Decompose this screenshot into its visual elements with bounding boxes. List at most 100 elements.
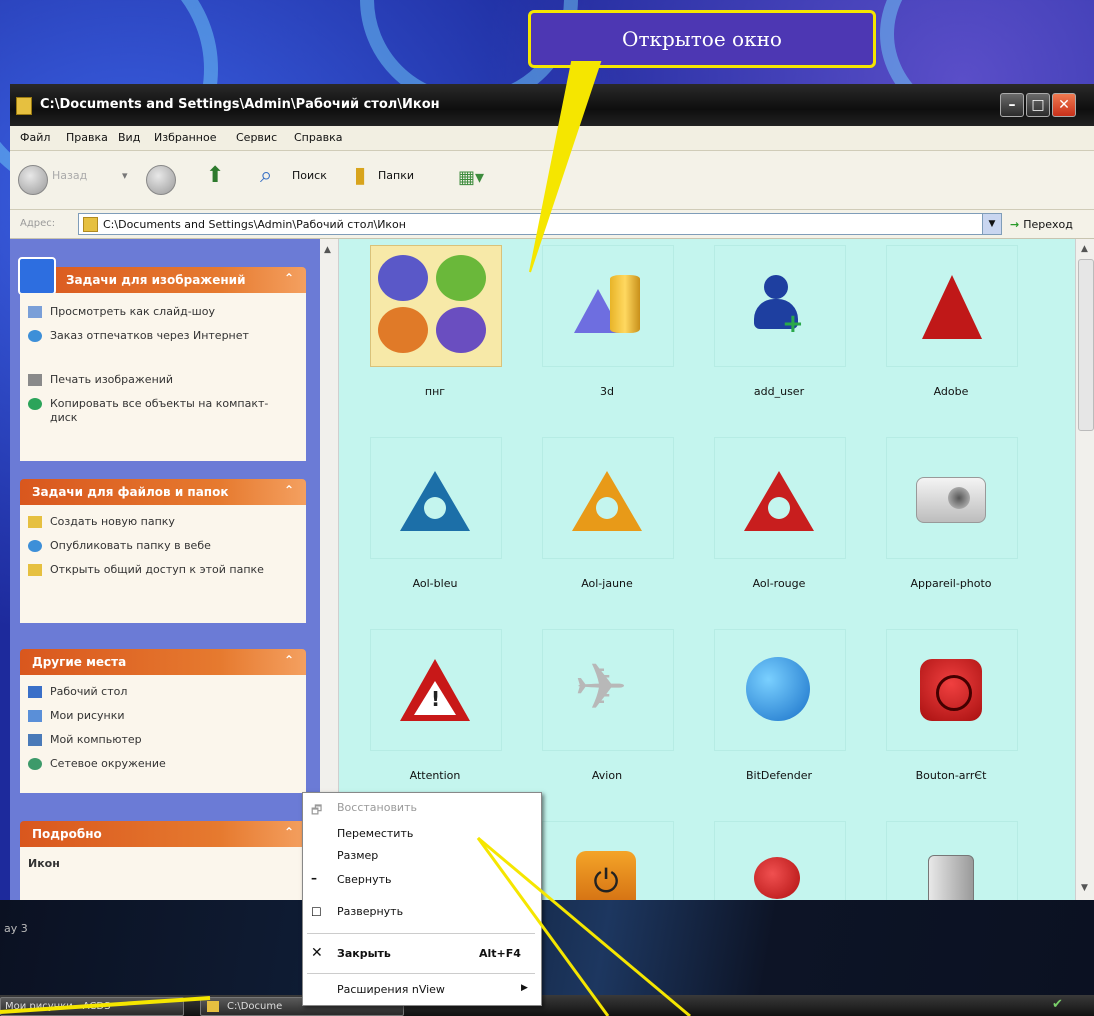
menu-bar: Файл Правка Вид Избранное Сервис Справка	[10, 126, 1094, 151]
taskbar: Мои рисунки - ACDS C:\Docume ✔	[0, 995, 1094, 1016]
place-label: Мой компьютер	[50, 733, 142, 746]
file-label: Aol-rouge	[752, 577, 806, 590]
task-label: Заказ отпечатков через Интернет	[50, 329, 249, 342]
file-item[interactable]: Appareil-photo	[886, 437, 1018, 590]
desktop-label: ay 3	[4, 922, 28, 935]
up-folder-icon[interactable]: ⬆	[206, 163, 224, 188]
desktop-wallpaper-band: ay 3	[0, 900, 1094, 1000]
menu-item-restore[interactable]: Восстановить	[337, 801, 417, 814]
file-label: Adobe	[933, 385, 969, 398]
image-tasks-header[interactable]: Задачи для изображений ⌃	[18, 257, 306, 295]
camera-icon	[916, 477, 986, 523]
file-item[interactable]: Adobe	[886, 245, 1018, 398]
task-label: Открыть общий доступ к этой папке	[50, 563, 264, 576]
other-places-header[interactable]: Другие места ⌃	[20, 649, 306, 675]
file-item[interactable]: ⏻	[542, 821, 674, 900]
minimize-button[interactable]: –	[1000, 93, 1024, 117]
folder-icon	[207, 1001, 219, 1012]
camcorder-icon	[928, 855, 974, 900]
go-label: Переход	[1023, 218, 1073, 231]
file-item[interactable]: ! Attention	[370, 629, 502, 782]
file-tasks-panel: Задачи для файлов и папок ⌃ Создать нову…	[20, 479, 306, 623]
vertical-scrollbar[interactable]: ▲ ▼	[1075, 239, 1094, 900]
menu-separator	[307, 973, 535, 974]
scroll-down-icon[interactable]: ▼	[1081, 883, 1088, 893]
scrollbar-thumb[interactable]	[1078, 259, 1094, 431]
task-pane: Задачи для изображений ⌃ Просмотреть как…	[10, 239, 320, 900]
views-icon[interactable]: ▦▾	[458, 167, 484, 188]
menu-view[interactable]: Вид	[118, 131, 140, 144]
folders-button-label[interactable]: Папки	[378, 169, 414, 182]
taskbar-item-acdsee[interactable]: Мои рисунки - ACDS	[0, 997, 184, 1016]
address-dropdown-icon[interactable]: ▼	[982, 213, 1002, 235]
details-panel: Подробно ⌃ Икон	[20, 821, 306, 900]
3d-shapes-icon	[574, 275, 644, 335]
task-label: Опубликовать папку в вебе	[50, 539, 211, 552]
menu-item-nview[interactable]: Расширения nView	[337, 983, 445, 996]
computer-icon	[28, 734, 42, 746]
address-input[interactable]: C:\Documents and Settings\Admin\Рабочий …	[78, 213, 984, 235]
explorer-window: C:\Documents and Settings\Admin\Рабочий …	[10, 84, 1094, 900]
maximize-button[interactable]: □	[1026, 93, 1050, 117]
scroll-up-icon[interactable]: ▲	[324, 245, 331, 255]
menu-item-move[interactable]: Переместить	[337, 827, 413, 840]
file-tasks-header[interactable]: Задачи для файлов и папок ⌃	[20, 479, 306, 505]
collapse-icon[interactable]: ⌃	[284, 271, 294, 285]
close-button[interactable]: ✕	[1052, 93, 1076, 117]
file-item[interactable]: пнг	[370, 245, 502, 398]
callout-open-window: Открытое окно	[528, 10, 876, 68]
title-bar[interactable]: C:\Documents and Settings\Admin\Рабочий …	[10, 84, 1094, 126]
menu-tools[interactable]: Сервис	[236, 131, 277, 144]
aol-blue-icon	[400, 471, 470, 531]
menu-item-maximize[interactable]: Развернуть	[337, 905, 403, 918]
menu-help[interactable]: Справка	[294, 131, 342, 144]
menu-item-size[interactable]: Размер	[337, 849, 378, 862]
file-item[interactable]: 3d	[542, 245, 674, 398]
go-button[interactable]: → Переход	[1010, 218, 1073, 231]
file-label: Attention	[409, 769, 461, 782]
menu-file[interactable]: Файл	[20, 131, 50, 144]
forward-button[interactable]	[146, 165, 176, 195]
folders-icon[interactable]: ▮	[354, 163, 366, 188]
search-button-label[interactable]: Поиск	[292, 169, 327, 182]
network-icon	[28, 758, 42, 770]
file-item[interactable]: + add_user	[714, 245, 846, 398]
cd-icon	[28, 398, 42, 410]
callout-text: Открытое окно	[622, 27, 782, 51]
details-name-text: Икон	[28, 857, 60, 870]
file-item[interactable]: ✈ Avion	[542, 629, 674, 782]
slideshow-icon	[28, 306, 42, 318]
details-header[interactable]: Подробно ⌃	[20, 821, 306, 847]
task-label: Печать изображений	[50, 373, 174, 386]
menu-edit[interactable]: Правка	[66, 131, 108, 144]
back-button[interactable]	[18, 165, 48, 195]
scroll-up-icon[interactable]: ▲	[1081, 244, 1088, 254]
back-dropdown-icon[interactable]: ▾	[122, 169, 128, 182]
collapse-icon[interactable]: ⌃	[284, 825, 294, 839]
menu-item-minimize[interactable]: Свернуть	[337, 873, 392, 886]
file-item[interactable]: Aol-rouge	[714, 437, 846, 590]
tray-icons[interactable]: ✔	[1052, 997, 1063, 1012]
file-item[interactable]: Aol-jaune	[542, 437, 674, 590]
file-tasks-body: Создать новую папку Опубликовать папку в…	[20, 505, 306, 623]
other-places-title: Другие места	[32, 655, 127, 669]
collapse-icon[interactable]: ⌃	[284, 653, 294, 667]
file-item[interactable]: Bouton-arrЄt	[886, 629, 1018, 782]
aol-yellow-icon	[572, 471, 642, 531]
details-name: Икон	[28, 857, 60, 871]
menu-favorites[interactable]: Избранное	[154, 131, 216, 144]
printer-icon	[28, 374, 42, 386]
aol-red-icon	[744, 471, 814, 531]
file-item[interactable]	[714, 821, 846, 900]
collapse-icon[interactable]: ⌃	[284, 483, 294, 497]
file-label: Aol-bleu	[412, 577, 458, 590]
folder-icon	[16, 97, 32, 115]
file-item[interactable]: BitDefender	[714, 629, 846, 782]
file-label: Aol-jaune	[581, 577, 633, 590]
file-item[interactable]	[886, 821, 1018, 900]
menu-item-close[interactable]: Закрыть	[337, 947, 391, 960]
file-item[interactable]: Aol-bleu	[370, 437, 502, 590]
file-label: BitDefender	[745, 769, 813, 782]
search-icon[interactable]: ⌕	[260, 163, 272, 188]
image-tasks-panel: Задачи для изображений ⌃ Просмотреть как…	[18, 257, 306, 461]
